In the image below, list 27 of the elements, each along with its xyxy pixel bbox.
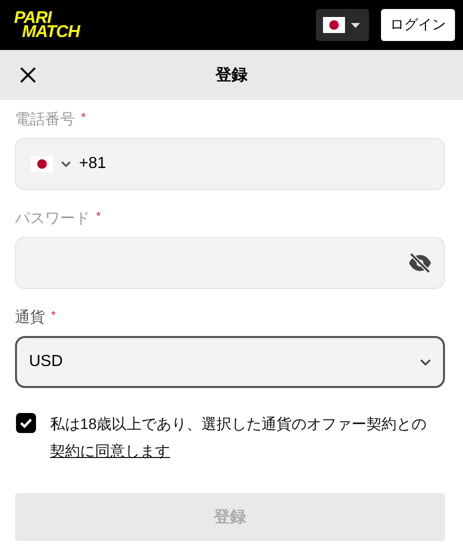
agreement-text: 私は18歳以上であり、選択した通貨のオファー契約との 契約に同意します xyxy=(50,415,428,462)
required-mark: * xyxy=(96,209,101,223)
language-button[interactable] xyxy=(316,9,369,41)
logo: PARI MATCH xyxy=(13,7,80,43)
phone-field[interactable]: +81 xyxy=(15,138,445,190)
password-field[interactable] xyxy=(15,237,445,289)
field-label: パスワード xyxy=(15,209,90,228)
field-label: 通貨 xyxy=(15,308,45,327)
phone-code: +81 xyxy=(79,155,108,173)
currency-select[interactable]: USD xyxy=(15,336,445,388)
page-title: 登録 xyxy=(216,66,248,84)
close-icon xyxy=(20,67,36,83)
checkbox[interactable] xyxy=(16,413,36,433)
chevron-down-icon xyxy=(61,161,71,167)
currency-value: USD xyxy=(29,353,64,371)
login-button[interactable]: ログイン xyxy=(381,9,455,41)
chevron-down-icon xyxy=(420,358,431,366)
close-button[interactable] xyxy=(20,67,36,83)
required-mark: * xyxy=(81,110,86,124)
flag-icon xyxy=(323,17,345,33)
eye-slash-icon[interactable] xyxy=(408,253,432,273)
caret-icon xyxy=(351,22,360,28)
flag-icon xyxy=(31,156,53,172)
checkmark-icon xyxy=(20,418,32,428)
agreement-link[interactable]: 契約に同意します xyxy=(50,443,170,460)
required-mark: * xyxy=(51,308,56,322)
field-label: 電話番号 xyxy=(15,110,75,129)
